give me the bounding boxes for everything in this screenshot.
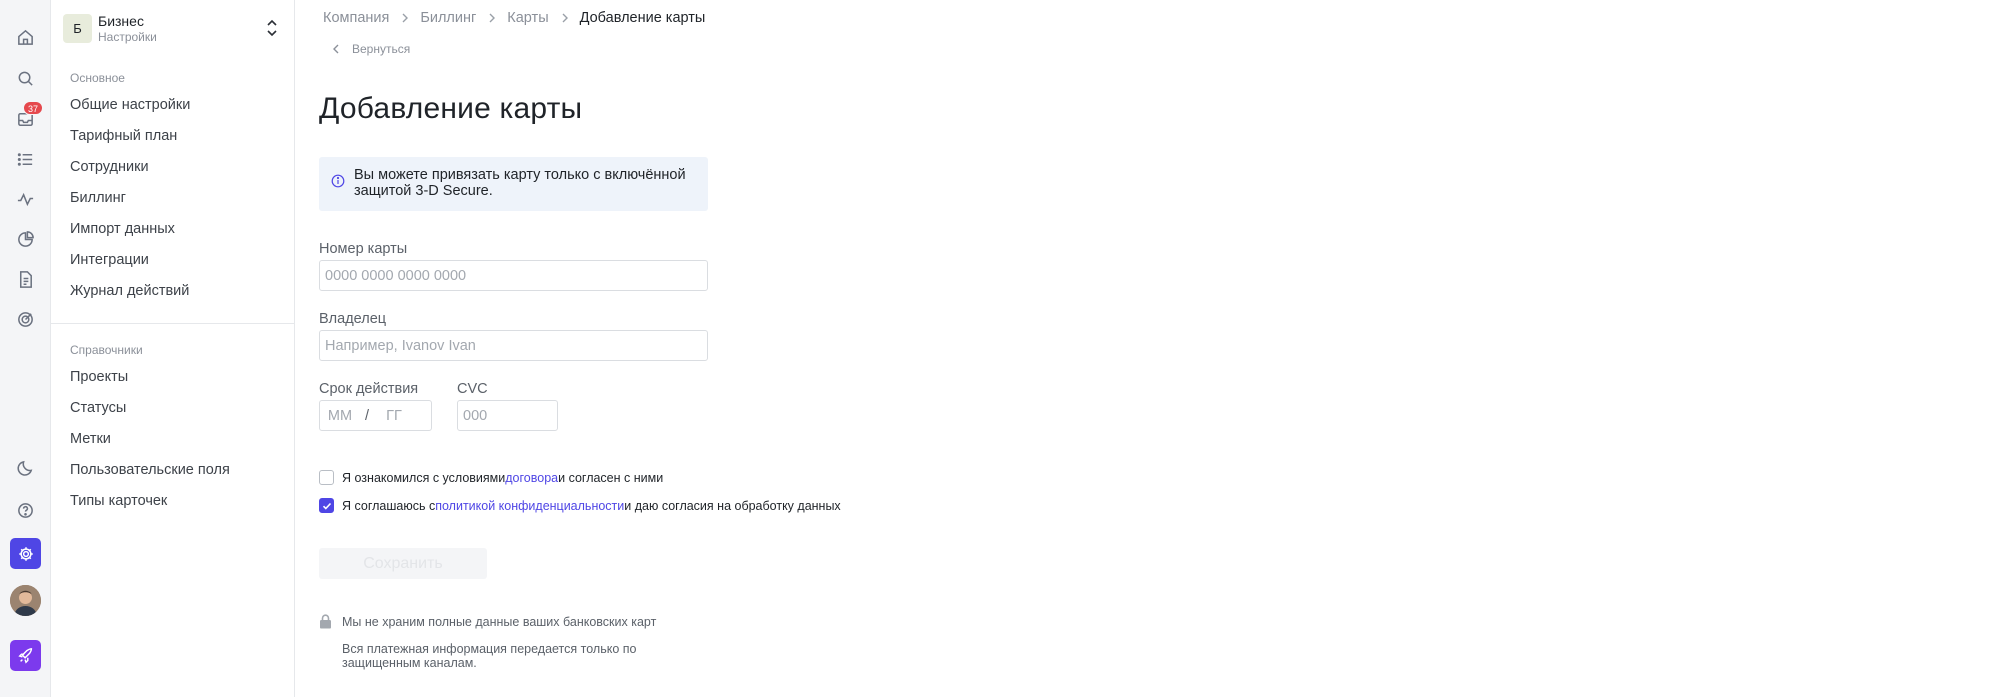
home-icon[interactable]: [10, 22, 40, 52]
workspace-subtitle: Настройки: [98, 29, 157, 44]
expiry-label: Срок действия: [319, 381, 419, 397]
sidebar-item-custom-fields[interactable]: Пользовательские поля: [70, 462, 230, 478]
privacy-text-before: Я соглашаюсь с: [342, 498, 436, 513]
main-content: Компания Биллинг Карты Добавление карты …: [296, 0, 2000, 697]
expiry-field: /: [319, 400, 432, 431]
breadcrumb: Компания Биллинг Карты Добавление карты: [323, 10, 705, 26]
sidebar-item-billing[interactable]: Биллинг: [70, 190, 126, 206]
privacy-consent-row: Я соглашаюсь с политикой конфиденциально…: [319, 498, 841, 513]
group-label-main: Основное: [70, 71, 125, 85]
info-text: Вы можете привязать карту только с включ…: [354, 167, 686, 199]
privacy-checkbox[interactable]: [319, 498, 334, 513]
contract-link[interactable]: договора: [505, 471, 558, 485]
activity-icon[interactable]: [10, 184, 40, 214]
sidebar-divider: [51, 323, 295, 324]
sidebar-item-plan[interactable]: Тарифный план: [70, 128, 177, 144]
cvc-label: CVC: [457, 381, 488, 397]
sidebar-item-integrations[interactable]: Интеграции: [70, 252, 149, 268]
sidebar-item-import[interactable]: Импорт данных: [70, 221, 175, 237]
card-number-input[interactable]: [319, 260, 708, 291]
workspace-name: Бизнес: [98, 12, 144, 29]
sidebar-item-tags[interactable]: Метки: [70, 431, 111, 447]
terms-text-before: Я ознакомился с условиями: [342, 470, 506, 485]
security-title: Мы не храним полные данные ваших банковс…: [342, 615, 657, 629]
privacy-policy-link[interactable]: политикой конфиденциальности: [435, 499, 624, 513]
terms-consent-row: Я ознакомился с условиями договора и сог…: [319, 470, 663, 485]
breadcrumb-cards[interactable]: Карты: [507, 10, 548, 26]
owner-input[interactable]: [319, 330, 708, 361]
save-button[interactable]: Сохранить: [319, 548, 487, 579]
pie-chart-icon[interactable]: [10, 224, 40, 254]
avatar[interactable]: [10, 585, 41, 616]
icon-rail: 37: [0, 0, 51, 697]
breadcrumb-company[interactable]: Компания: [323, 10, 389, 26]
breadcrumb-current: Добавление карты: [579, 10, 706, 26]
sidebar-item-projects[interactable]: Проекты: [70, 369, 128, 385]
expiry-year-input[interactable]: [374, 407, 415, 424]
workspace-switcher[interactable]: Б Бизнес Настройки: [63, 8, 287, 48]
expiry-month-input[interactable]: [320, 407, 360, 424]
target-icon[interactable]: [10, 304, 40, 334]
sidebar-item-employees[interactable]: Сотрудники: [70, 159, 149, 175]
workspace-avatar: Б: [63, 13, 92, 43]
settings-sidebar: Б Бизнес Настройки Основное Общие настро…: [51, 0, 295, 697]
moon-icon[interactable]: [10, 453, 40, 483]
sidebar-item-audit-log[interactable]: Журнал действий: [70, 283, 189, 299]
chevron-right-icon: [562, 13, 568, 23]
lock-icon: [320, 614, 331, 629]
sidebar-item-statuses[interactable]: Статусы: [70, 400, 126, 416]
chevron-right-icon: [402, 13, 409, 23]
rocket-icon[interactable]: [10, 640, 41, 671]
search-icon[interactable]: [10, 63, 40, 93]
card-number-label: Номер карты: [319, 241, 408, 257]
chevron-up-down-icon[interactable]: [265, 18, 279, 38]
info-banner: Вы можете привязать карту только с включ…: [319, 157, 708, 211]
check-icon: [322, 502, 331, 510]
terms-text-after: и согласен с ними: [558, 470, 664, 485]
back-link[interactable]: Вернуться: [332, 42, 410, 56]
info-icon: [331, 174, 345, 188]
group-label-references: Справочники: [70, 343, 143, 357]
sidebar-item-card-types[interactable]: Типы карточек: [70, 493, 167, 509]
chevron-left-icon: [333, 44, 339, 54]
terms-checkbox[interactable]: [319, 470, 334, 485]
chevron-right-icon: [489, 13, 496, 23]
list-icon[interactable]: [10, 144, 40, 174]
settings-icon[interactable]: [10, 538, 41, 569]
privacy-text-after: и даю согласия на обработку данных: [624, 498, 841, 513]
page-title: Добавление карты: [319, 92, 583, 125]
inbox-badge: 37: [23, 101, 44, 115]
breadcrumb-billing[interactable]: Биллинг: [420, 10, 476, 26]
back-label: Вернуться: [352, 42, 411, 56]
sidebar-item-general[interactable]: Общие настройки: [70, 97, 190, 113]
owner-label: Владелец: [319, 311, 387, 327]
cvc-input[interactable]: [457, 400, 558, 431]
expiry-separator: /: [365, 407, 370, 424]
help-icon[interactable]: [10, 495, 40, 525]
document-icon[interactable]: [10, 264, 40, 294]
security-text: Вся платежная информация передается толь…: [342, 642, 637, 670]
